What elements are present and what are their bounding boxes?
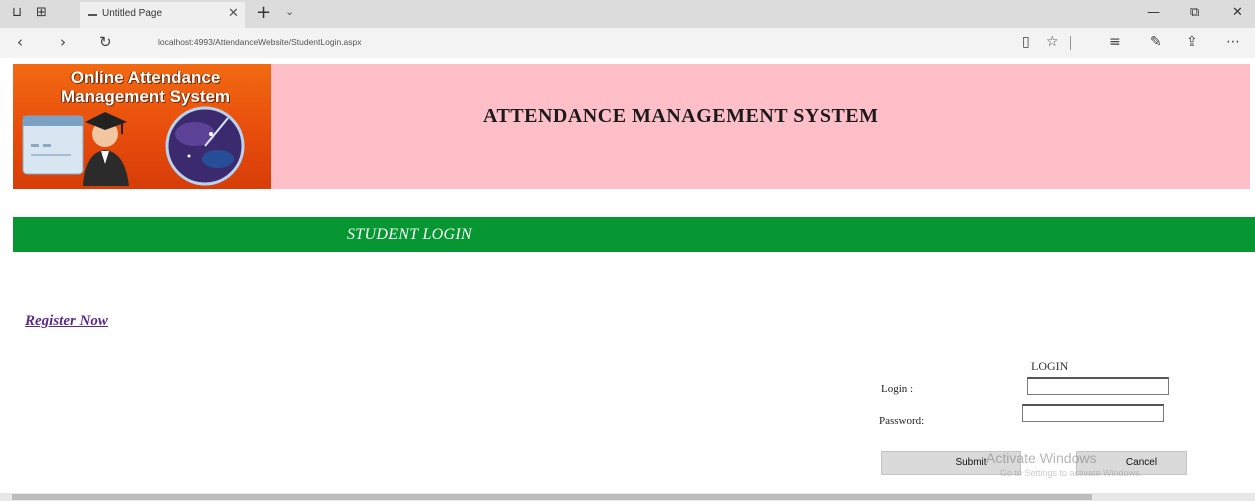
activation-watermark-detail: Go to Settings to activate Windows. — [1000, 468, 1143, 478]
logo-text: Online Attendance Management System — [60, 68, 231, 106]
favorite-star-icon[interactable]: ☆ — [1046, 34, 1059, 50]
pen-icon[interactable]: ✎ — [1150, 34, 1162, 50]
activation-watermark: Activate Windows — [986, 450, 1097, 466]
browser-tab[interactable]: Untitled Page ✕ — [80, 2, 245, 28]
toolbar-divider — [1070, 36, 1071, 50]
close-icon[interactable]: ✕ — [228, 6, 239, 21]
plus-icon[interactable]: + — [256, 2, 271, 23]
chevron-down-icon[interactable]: ⌄ — [285, 5, 294, 18]
page-header: Online Attendance Management System ATTE… — [13, 64, 1250, 189]
share-icon[interactable]: ⇪ — [1186, 34, 1198, 50]
section-banner: STUDENT LOGIN — [13, 217, 1255, 252]
scrollbar-thumb[interactable] — [12, 494, 1092, 500]
login-heading: LOGIN — [1031, 359, 1069, 373]
browser-tab-bar: ⊔ ⊞ Untitled Page ✕ + ⌄ — ⧉ ✕ — [0, 0, 1255, 28]
logo-graphic — [22, 106, 245, 186]
back-icon[interactable]: ‹ — [17, 33, 23, 51]
page-title: ATTENDANCE MANAGEMENT SYSTEM — [483, 105, 879, 127]
logo: Online Attendance Management System — [13, 64, 271, 189]
forward-icon[interactable]: › — [60, 33, 66, 51]
tabs-aside-icon[interactable]: ⊔ — [12, 5, 22, 20]
restore-icon[interactable]: ⧉ — [1190, 5, 1199, 20]
hub-icon[interactable]: ≡ — [1109, 34, 1121, 50]
tab-preview-icon[interactable]: ⊞ — [36, 5, 47, 20]
horizontal-scrollbar[interactable] — [0, 493, 1255, 501]
refresh-icon[interactable]: ↻ — [99, 33, 112, 51]
more-icon[interactable]: ⋯ — [1226, 34, 1240, 50]
login-input[interactable] — [1027, 377, 1169, 395]
tab-favicon-icon — [88, 14, 97, 16]
browser-address-bar: ‹ › ↻ localhost:4993/AttendanceWebsite/S… — [0, 28, 1255, 58]
close-icon[interactable]: ✕ — [1232, 5, 1243, 20]
tab-title: Untitled Page — [102, 8, 163, 19]
url-field[interactable]: localhost:4993/AttendanceWebsite/Student… — [158, 37, 362, 47]
password-input[interactable] — [1022, 404, 1164, 422]
banner-title: STUDENT LOGIN — [347, 226, 472, 243]
password-label: Password: — [879, 415, 925, 427]
minimize-icon[interactable]: — — [1147, 5, 1160, 20]
register-link[interactable]: Register Now — [25, 313, 108, 330]
reading-view-icon[interactable]: ▯ — [1022, 34, 1030, 50]
login-label: Login : — [881, 383, 914, 395]
